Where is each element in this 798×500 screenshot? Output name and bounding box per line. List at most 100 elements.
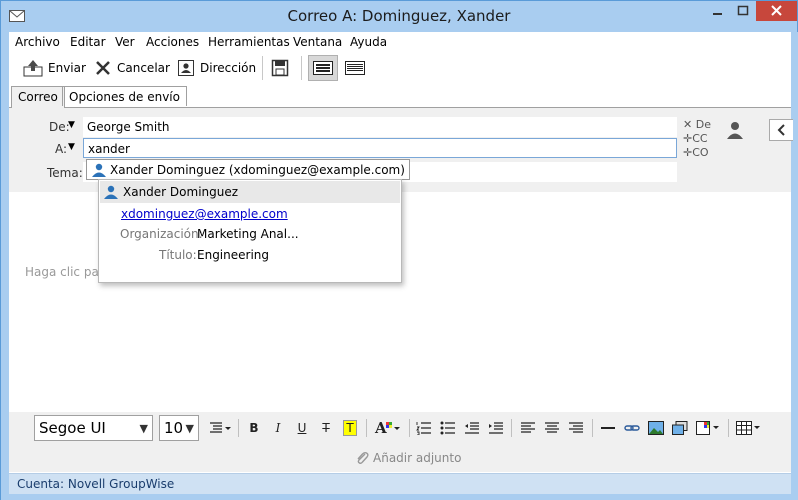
menu-ver[interactable]: Ver xyxy=(115,35,135,49)
maximize-icon xyxy=(737,5,749,16)
org-label: Organización: xyxy=(120,227,203,241)
to-field[interactable]: xander xyxy=(83,138,677,158)
compose-window: Correo A: Dominguez, Xander Archivo Edit… xyxy=(0,0,798,500)
html-view-button[interactable] xyxy=(340,55,370,81)
font-family-value: Segoe UI xyxy=(39,419,106,437)
underline-button[interactable]: U xyxy=(295,420,309,436)
toolbar: Enviar Cancelar Dirección xyxy=(9,52,791,84)
address-book-button[interactable]: Dirección xyxy=(177,57,256,79)
address-label: Dirección xyxy=(200,61,257,75)
plain-text-view-button[interactable] xyxy=(308,55,338,81)
horizontal-line-button[interactable] xyxy=(600,420,616,436)
address-suggestion-chip[interactable]: Xander Dominguez (xdominguez@example.com… xyxy=(86,159,410,180)
tab-opciones-envio[interactable]: Opciones de envío xyxy=(62,86,187,106)
send-button[interactable]: Enviar xyxy=(23,57,86,79)
status-bar: Cuenta: Novell GroupWise xyxy=(9,473,791,494)
close-button[interactable] xyxy=(756,1,797,21)
close-icon xyxy=(771,5,782,16)
cancel-label: Cancelar xyxy=(117,61,170,75)
font-size-value: 10 xyxy=(164,419,184,437)
bold-button[interactable]: B xyxy=(247,420,261,436)
decrease-indent-button[interactable] xyxy=(464,420,480,436)
cc-action-label: CC xyxy=(692,132,708,145)
image-icon xyxy=(648,421,664,435)
plus-icon: ✛ xyxy=(683,132,693,145)
org-value: Marketing Anal... xyxy=(197,227,299,241)
text-view-icon xyxy=(313,61,333,75)
window-frame-left xyxy=(1,32,9,500)
align-left-button[interactable] xyxy=(520,420,536,436)
align-center-icon xyxy=(545,422,559,433)
font-size-select[interactable]: 10 ▼ xyxy=(159,415,199,441)
increase-indent-button[interactable] xyxy=(488,420,504,436)
close-x-icon xyxy=(96,61,110,75)
italic-button[interactable]: I xyxy=(271,420,285,436)
font-family-select[interactable]: Segoe UI ▼ xyxy=(34,415,153,441)
format-separator xyxy=(592,419,593,437)
plus-icon: ✛ xyxy=(683,146,693,159)
to-dropdown-icon[interactable]: ▼ xyxy=(68,142,75,152)
toolbar-separator xyxy=(301,56,302,80)
html-view-icon xyxy=(345,61,365,75)
insert-picture-button[interactable] xyxy=(672,420,688,436)
align-left-icon xyxy=(521,422,535,433)
menu-bar: Archivo Editar Ver Acciones Herramientas… xyxy=(9,32,791,52)
de-action-label: De xyxy=(695,118,711,131)
format-separator xyxy=(728,419,729,437)
align-right-button[interactable] xyxy=(568,420,584,436)
menu-herramientas[interactable]: Herramientas xyxy=(208,35,290,49)
format-separator xyxy=(366,419,367,437)
menu-ventana[interactable]: Ventana xyxy=(293,35,342,49)
minimize-icon xyxy=(713,13,722,15)
from-dropdown-icon[interactable]: ▼ xyxy=(68,120,75,130)
menu-acciones[interactable]: Acciones xyxy=(146,35,199,49)
tab-correo[interactable]: Correo xyxy=(11,86,65,108)
to-label: A: xyxy=(55,142,68,156)
strikethrough-button[interactable]: T xyxy=(319,420,333,436)
from-field[interactable]: George Smith xyxy=(83,117,677,137)
contact-person-icon[interactable] xyxy=(726,121,744,139)
toolbar-separator xyxy=(262,56,263,80)
insert-image-button[interactable] xyxy=(648,420,664,436)
remove-de-action[interactable]: ✕ De xyxy=(683,118,711,131)
align-center-button[interactable] xyxy=(544,420,560,436)
add-attachment-button[interactable]: Añadir adjunto xyxy=(354,450,461,466)
tab-bar: Correo Opciones de envío xyxy=(9,85,791,108)
decrease-indent-icon xyxy=(465,422,479,434)
window-title: Correo A: Dominguez, Xander xyxy=(287,7,511,25)
bullet-list-button[interactable] xyxy=(440,420,456,436)
chip-text: Xander Dominguez (xdominguez@example.com… xyxy=(110,162,405,177)
menu-archivo[interactable]: Archivo xyxy=(15,35,60,49)
line-spacing-button[interactable] xyxy=(207,420,233,436)
cancel-button[interactable]: Cancelar xyxy=(94,57,170,79)
add-attachment-label: Añadir adjunto xyxy=(373,451,462,465)
numbered-list-button[interactable] xyxy=(416,420,432,436)
bullet-list-icon xyxy=(440,421,455,435)
line-spacing-icon xyxy=(210,422,231,433)
background-color-button[interactable] xyxy=(696,420,722,436)
format-toolbar: Segoe UI ▼ 10 ▼ B I U T T A xyxy=(9,412,791,444)
title-label: Título: xyxy=(159,248,197,262)
link-icon xyxy=(624,425,640,431)
save-button[interactable] xyxy=(271,57,294,79)
format-separator xyxy=(409,419,410,437)
collapse-panel-button[interactable] xyxy=(769,119,793,141)
add-co-action[interactable]: ✛CO xyxy=(683,146,709,159)
add-cc-action[interactable]: ✛CC xyxy=(683,132,708,145)
title-value: Engineering xyxy=(197,248,269,262)
svg-text:A: A xyxy=(374,420,387,436)
highlight-button[interactable]: T xyxy=(343,420,357,436)
attachment-bar: Añadir adjunto xyxy=(9,444,791,472)
from-label: De: xyxy=(49,120,70,134)
font-color-button[interactable]: A xyxy=(374,420,402,436)
menu-editar[interactable]: Editar xyxy=(70,35,106,49)
insert-link-button[interactable] xyxy=(624,420,640,436)
picture-icon xyxy=(672,421,688,435)
body-placeholder: Haga clic par xyxy=(25,265,104,279)
contact-popup-header: Xander Dominguez xyxy=(100,181,400,203)
insert-table-button[interactable] xyxy=(736,420,762,436)
contact-email-link[interactable]: xdominguez@example.com xyxy=(121,207,288,221)
maximize-button[interactable] xyxy=(730,1,756,21)
menu-ayuda[interactable]: Ayuda xyxy=(350,35,387,49)
minimize-button[interactable] xyxy=(704,1,730,21)
